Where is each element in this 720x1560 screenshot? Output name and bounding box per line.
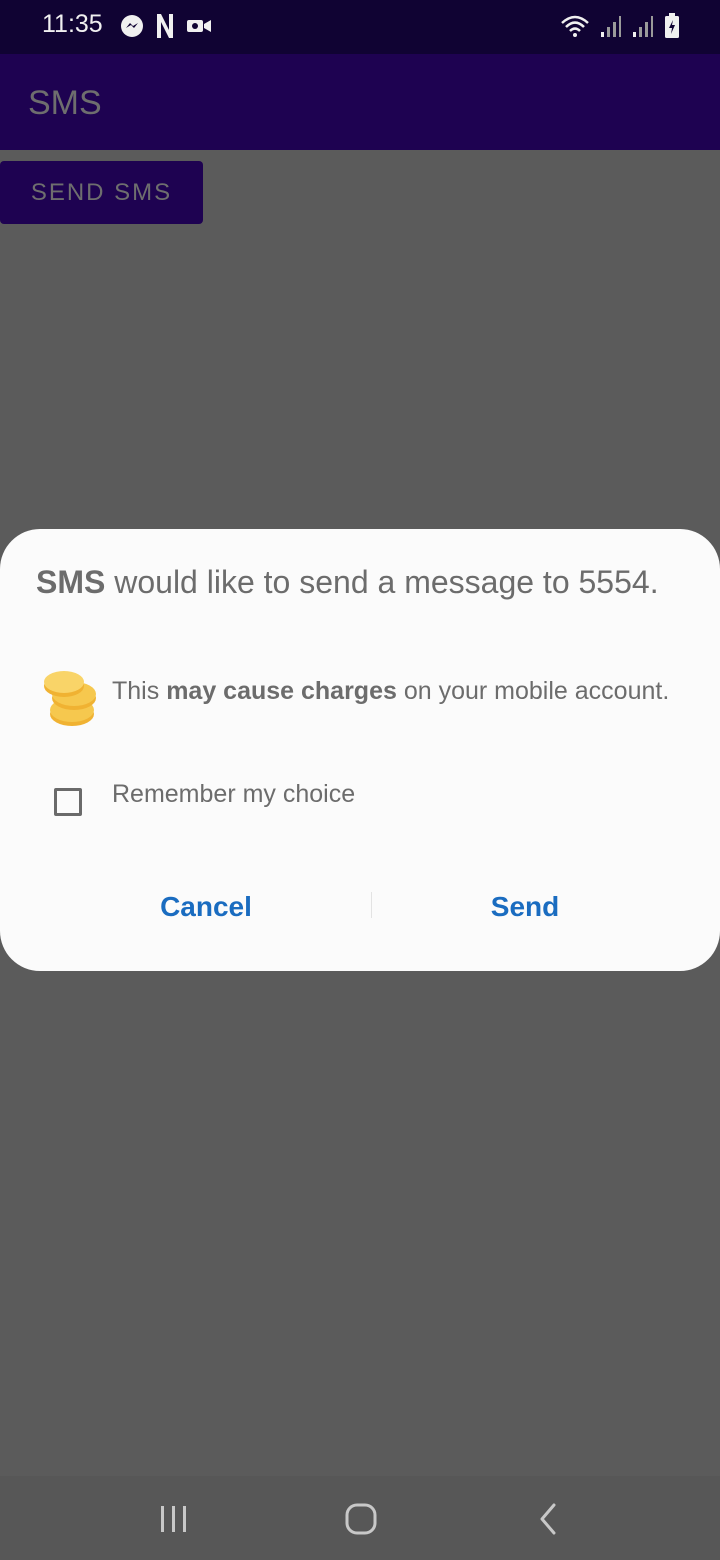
battery-charging-icon bbox=[664, 13, 680, 44]
status-notification-icons bbox=[120, 13, 212, 44]
charge-bold: may cause charges bbox=[166, 677, 397, 705]
send-sms-button[interactable]: SEND SMS bbox=[0, 161, 203, 224]
signal-icon bbox=[600, 14, 622, 43]
coins-icon bbox=[42, 670, 100, 732]
app-title: SMS bbox=[28, 84, 102, 122]
status-bar: 11:35 bbox=[0, 0, 720, 54]
sms-permission-dialog: SMS would like to send a message to 5554… bbox=[0, 529, 720, 971]
remember-choice-label[interactable]: Remember my choice bbox=[112, 780, 355, 809]
netflix-icon bbox=[156, 13, 174, 44]
charge-warning-text: This may cause charges on your mobile ac… bbox=[112, 675, 672, 707]
charge-prefix: This bbox=[112, 677, 167, 705]
signal-icon bbox=[632, 14, 654, 43]
navigation-bar bbox=[0, 1476, 720, 1560]
status-system-icons bbox=[560, 13, 680, 44]
button-divider bbox=[371, 892, 372, 918]
wifi-icon bbox=[560, 14, 590, 43]
send-button[interactable]: Send bbox=[380, 879, 670, 935]
recents-icon[interactable] bbox=[158, 1504, 190, 1539]
charge-suffix: on your mobile account. bbox=[396, 677, 670, 705]
app-bar: SMS bbox=[0, 54, 720, 150]
cancel-button[interactable]: Cancel bbox=[60, 879, 352, 935]
remember-choice-checkbox[interactable] bbox=[54, 788, 82, 816]
dialog-title-text: would like to send a message to 5554. bbox=[105, 564, 659, 600]
home-icon[interactable] bbox=[344, 1502, 378, 1541]
status-time: 11:35 bbox=[42, 10, 103, 38]
dialog-title: SMS would like to send a message to 5554… bbox=[36, 561, 676, 603]
back-icon[interactable] bbox=[537, 1502, 559, 1541]
messenger-icon bbox=[120, 14, 144, 43]
dialog-title-app: SMS bbox=[36, 564, 106, 600]
video-call-icon bbox=[186, 16, 212, 41]
